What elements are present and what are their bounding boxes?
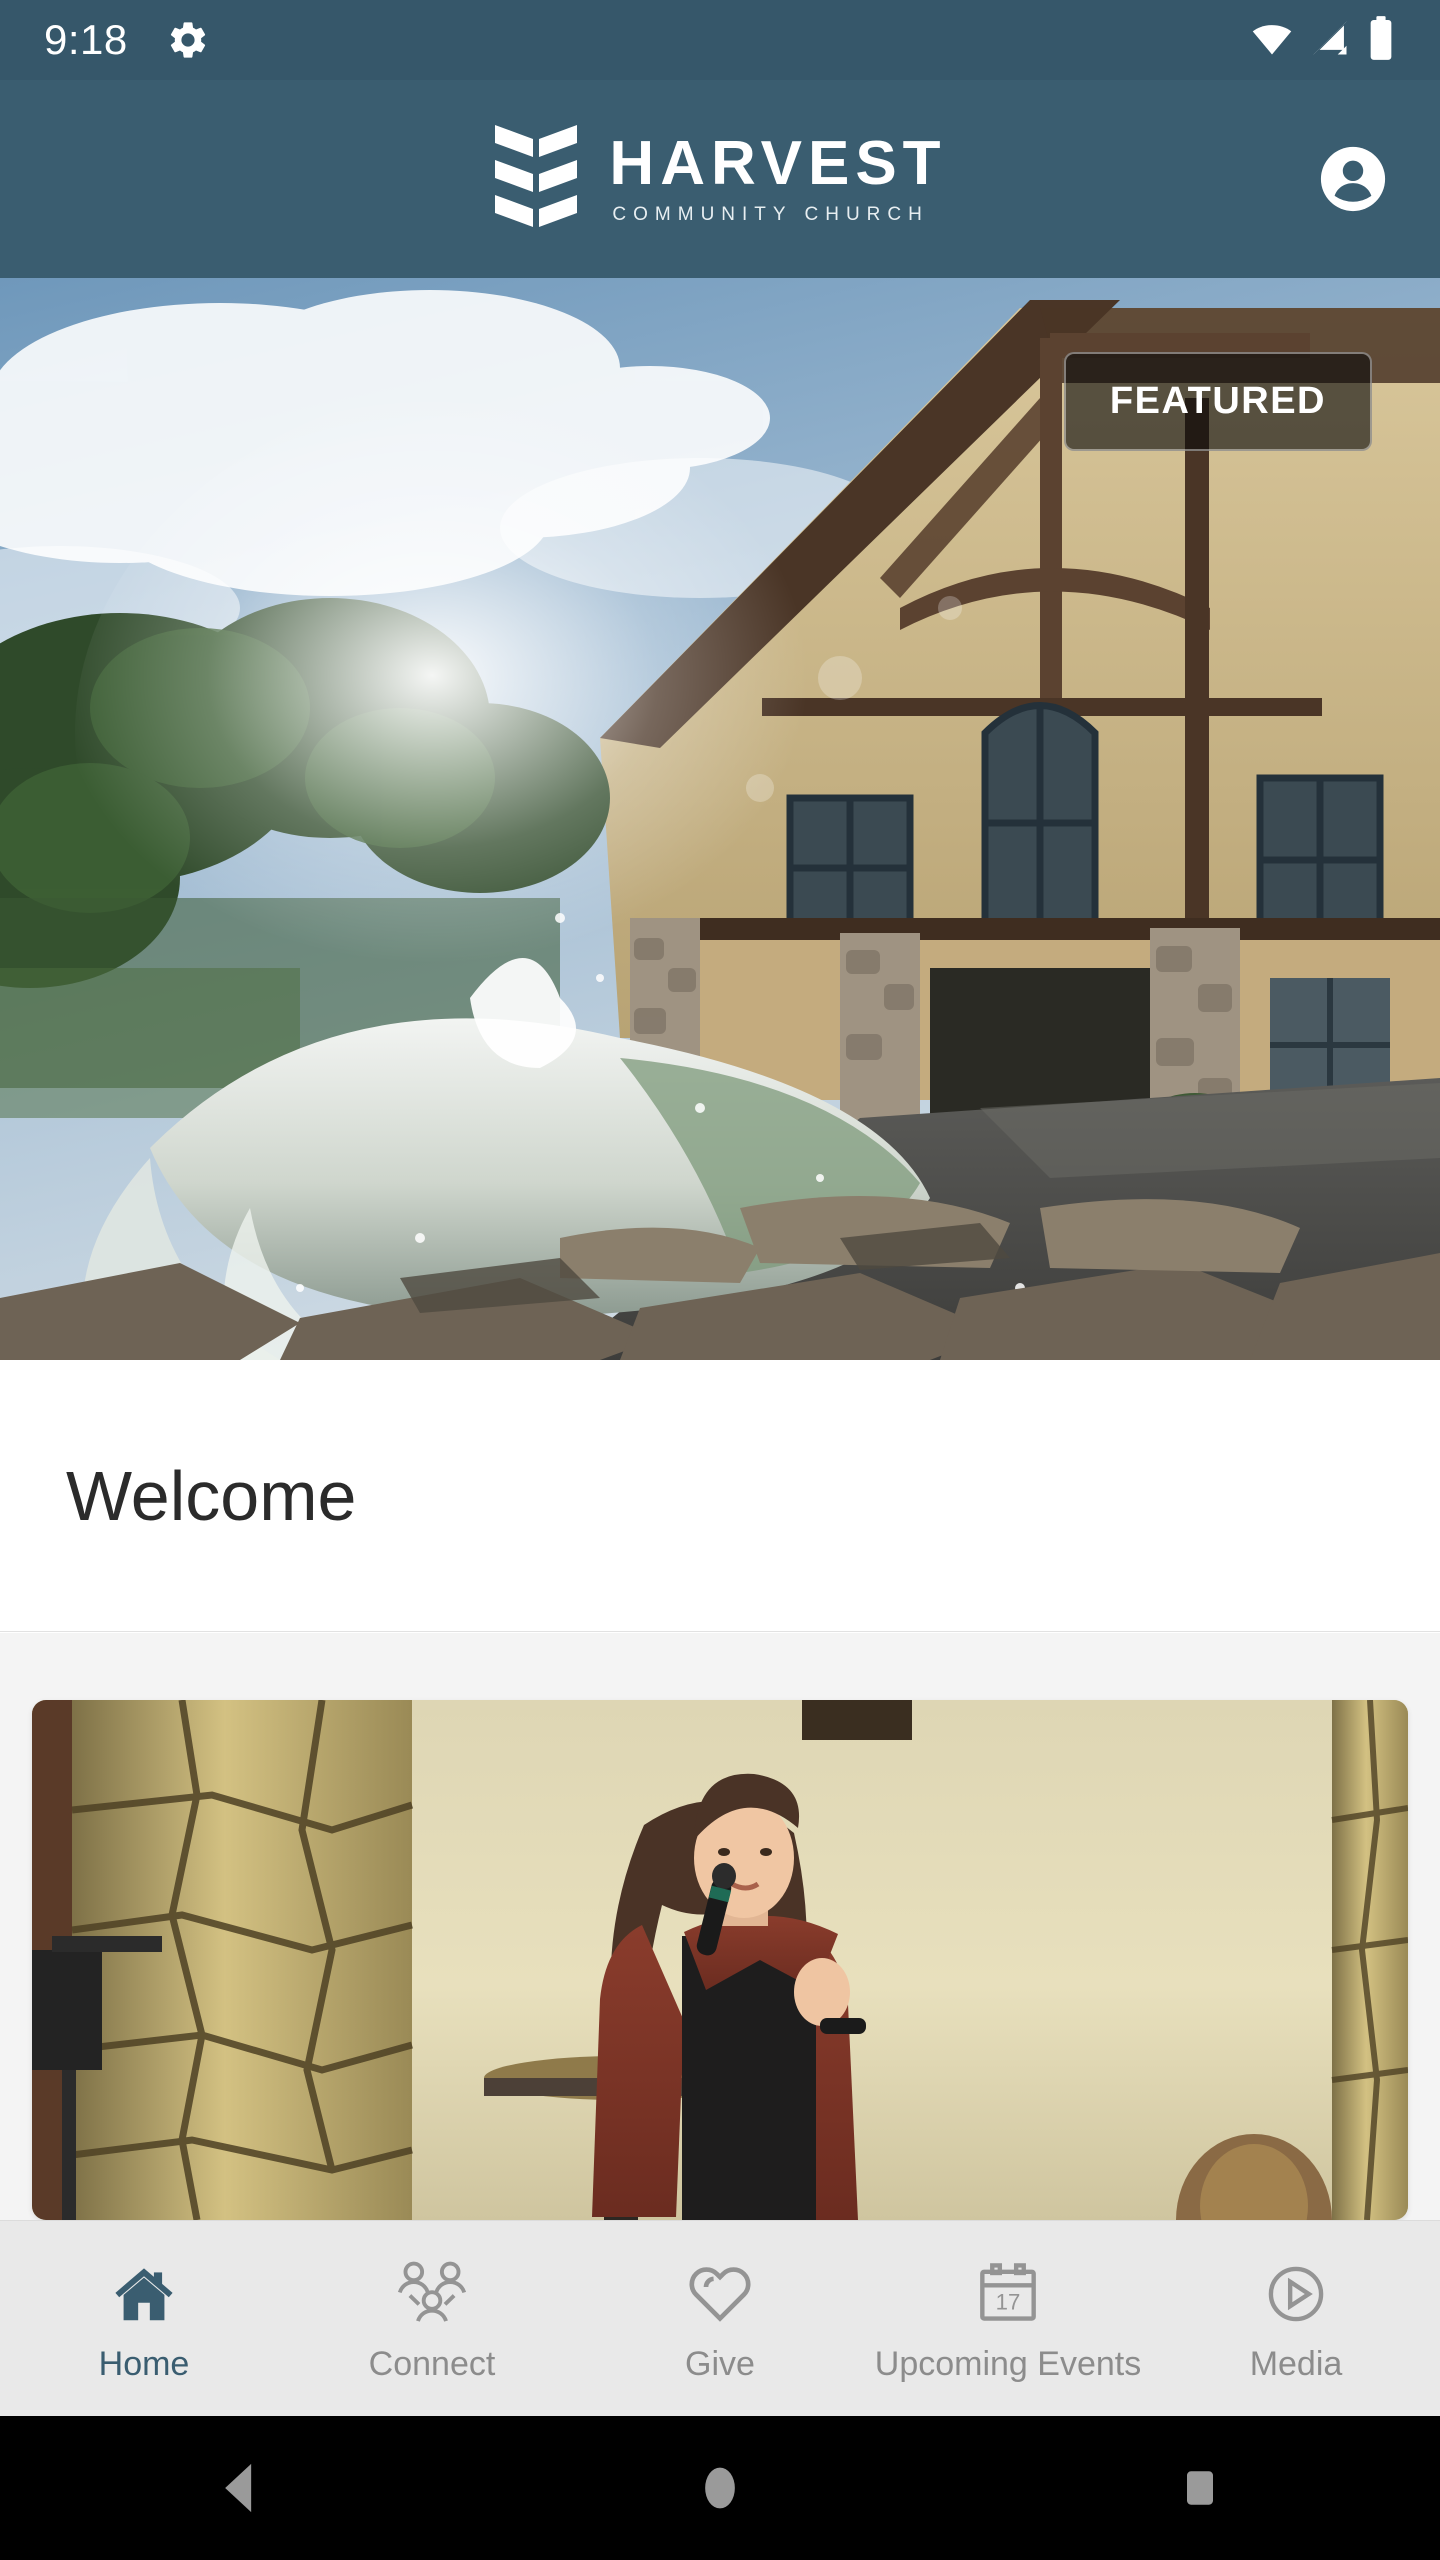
status-icons xyxy=(1250,15,1396,66)
tab-connect[interactable]: Connect xyxy=(288,2221,576,2417)
welcome-card[interactable]: Welcome xyxy=(0,1360,1440,1632)
android-nav-bar xyxy=(0,2416,1440,2560)
account-avatar-icon[interactable] xyxy=(1318,144,1388,214)
brand-text: HARVEST COMMUNITY CHURCH xyxy=(609,128,947,226)
recents-square-icon[interactable] xyxy=(1120,2416,1280,2560)
cellular-signal-icon xyxy=(1308,16,1352,65)
people-group-icon xyxy=(393,2255,471,2333)
app-screen: 9:18 HARVEST COMMUNITY CHURCH FEATURED W… xyxy=(0,0,1440,2560)
harvest-wheat-logo-icon xyxy=(493,123,579,236)
content-section xyxy=(0,1633,1440,2220)
status-bar: 9:18 xyxy=(0,0,1440,80)
tab-label-upcoming-events: Upcoming Events xyxy=(874,2344,1142,2383)
media-card-photo xyxy=(32,1700,1408,2220)
calendar-17-icon: 17 xyxy=(971,2255,1045,2333)
gear-icon xyxy=(166,18,210,62)
tab-upcoming-events[interactable]: 17 Upcoming Events xyxy=(864,2221,1152,2417)
home-icon xyxy=(107,2255,181,2333)
brand-title: HARVEST xyxy=(609,128,947,198)
battery-icon xyxy=(1366,15,1396,66)
tab-media[interactable]: Media xyxy=(1152,2221,1440,2417)
play-circle-icon xyxy=(1260,2255,1332,2333)
heart-icon xyxy=(684,2255,756,2333)
media-card[interactable] xyxy=(32,1700,1408,2220)
brand-lockup[interactable]: HARVEST COMMUNITY CHURCH xyxy=(493,123,946,236)
featured-badge: FEATURED xyxy=(1063,352,1372,451)
home-circle-icon[interactable] xyxy=(640,2416,800,2560)
status-clock: 9:18 xyxy=(44,16,128,63)
brand-subtitle: COMMUNITY CHURCH xyxy=(612,203,929,225)
page-title: Welcome xyxy=(66,1456,357,1535)
back-triangle-icon[interactable] xyxy=(160,2416,320,2560)
bottom-tab-bar: Home Connect Give 17 Upcoming Events Med… xyxy=(0,2220,1440,2416)
tab-give[interactable]: Give xyxy=(576,2221,864,2417)
tab-label-connect: Connect xyxy=(368,2344,496,2383)
tab-label-give: Give xyxy=(685,2344,755,2383)
wifi-icon xyxy=(1250,16,1294,65)
tab-home[interactable]: Home xyxy=(0,2221,288,2417)
app-header: HARVEST COMMUNITY CHURCH xyxy=(0,80,1440,278)
tab-label-home: Home xyxy=(98,2344,190,2383)
tab-label-media: Media xyxy=(1249,2344,1343,2383)
svg-text:17: 17 xyxy=(996,2289,1021,2314)
